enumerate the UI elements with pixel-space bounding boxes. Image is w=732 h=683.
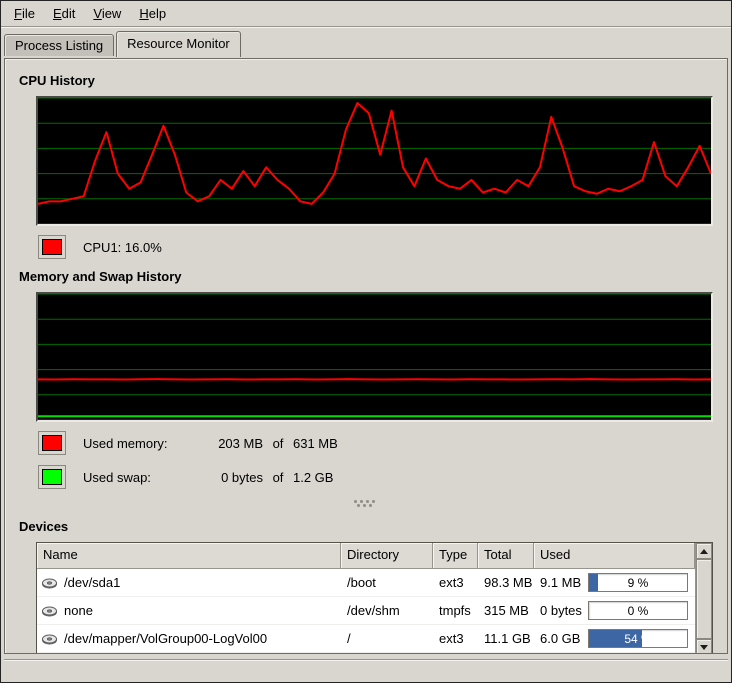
- device-name: none: [64, 603, 93, 618]
- scrollbar-trough[interactable]: [696, 559, 712, 639]
- device-row-none[interactable]: none /dev/shm tmpfs 315 MB 0 bytes 0 %: [37, 597, 695, 625]
- disk-icon: [41, 604, 58, 618]
- device-total: 98.3 MB: [478, 575, 534, 590]
- swap-legend: Used swap: 0 bytes of 1.2 GB: [38, 465, 713, 489]
- disk-icon: [41, 632, 58, 646]
- memory-swap-chart: [36, 292, 713, 422]
- tab-process-listing[interactable]: Process Listing: [4, 34, 114, 56]
- usage-progressbar: 0 %: [588, 601, 688, 620]
- devices-table-header: Name Directory Type Total Used: [37, 543, 695, 569]
- memory-swatch-color: [42, 435, 62, 451]
- memory-of-word: of: [263, 436, 293, 451]
- cpu-history-chart: [36, 96, 713, 226]
- device-directory: /boot: [341, 575, 433, 590]
- memory-legend-label: Used memory:: [83, 436, 201, 451]
- device-type: ext3: [433, 631, 478, 646]
- column-header-total[interactable]: Total: [478, 543, 534, 569]
- menu-edit[interactable]: Edit: [44, 2, 84, 25]
- device-directory: /dev/shm: [341, 603, 433, 618]
- swap-color-swatch: [38, 465, 66, 489]
- column-header-directory[interactable]: Directory: [341, 543, 433, 569]
- swap-total-value: 1.2 GB: [293, 470, 333, 485]
- device-used-bytes: 6.0 GB: [540, 631, 580, 646]
- devices-table-body: Name Directory Type Total Used /dev/sda1…: [37, 543, 695, 654]
- device-name: /dev/mapper/VolGroup00-LogVol00: [64, 631, 267, 646]
- swap-of-word: of: [263, 470, 293, 485]
- device-total: 315 MB: [478, 603, 534, 618]
- device-directory: /: [341, 631, 433, 646]
- status-bar: [4, 659, 728, 679]
- swap-legend-label: Used swap:: [83, 470, 201, 485]
- memory-chart-canvas: [38, 294, 711, 420]
- swap-used-value: 0 bytes: [201, 470, 263, 485]
- menubar: File Edit View Help: [1, 1, 731, 27]
- menu-file[interactable]: File: [5, 2, 44, 25]
- disk-icon: [41, 576, 58, 590]
- cpu-chart-canvas: [38, 98, 711, 224]
- memory-swap-title: Memory and Swap History: [19, 269, 713, 284]
- pane-resize-grip[interactable]: [352, 499, 378, 509]
- scroll-up-button[interactable]: [696, 543, 712, 559]
- column-header-name[interactable]: Name: [37, 543, 341, 569]
- resource-monitor-page: CPU History CPU1: 16.0% Memory and Swap …: [4, 58, 728, 654]
- cpu1-swatch-color: [42, 239, 62, 255]
- device-row-volgroup[interactable]: /dev/mapper/VolGroup00-LogVol00 / ext3 1…: [37, 625, 695, 653]
- memory-legend: Used memory: 203 MB of 631 MB: [38, 431, 713, 455]
- tab-bar: Process Listing Resource Monitor: [1, 29, 731, 56]
- swap-swatch-color: [42, 469, 62, 485]
- arrow-up-icon: [700, 549, 708, 554]
- device-used-bytes: 9.1 MB: [540, 575, 581, 590]
- cpu1-color-swatch: [38, 235, 66, 259]
- devices-title: Devices: [19, 519, 713, 534]
- progressbar-label: 0 %: [589, 602, 687, 619]
- scrollbar-thumb[interactable]: [696, 559, 712, 639]
- system-monitor-window: File Edit View Help Process Listing Reso…: [0, 0, 732, 683]
- usage-progressbar: 9 %: [588, 573, 688, 592]
- progressbar-label: 9 %: [589, 574, 687, 591]
- vertical-scrollbar[interactable]: [695, 543, 712, 654]
- tab-resource-monitor[interactable]: Resource Monitor: [116, 31, 241, 57]
- progressbar-label: 54 %: [589, 630, 687, 647]
- device-type: ext3: [433, 575, 478, 590]
- scroll-down-button[interactable]: [696, 639, 712, 654]
- cpu1-legend-label: CPU1: 16.0%: [83, 240, 162, 255]
- column-header-type[interactable]: Type: [433, 543, 478, 569]
- usage-progressbar: 54 %: [588, 629, 688, 648]
- memory-color-swatch: [38, 431, 66, 455]
- menu-help[interactable]: Help: [130, 2, 175, 25]
- memory-total-value: 631 MB: [293, 436, 338, 451]
- arrow-down-icon: [700, 645, 708, 650]
- device-total: 11.1 GB: [478, 631, 534, 646]
- cpu-legend: CPU1: 16.0%: [38, 235, 713, 259]
- column-header-used[interactable]: Used: [534, 543, 695, 569]
- device-row-sda1[interactable]: /dev/sda1 /boot ext3 98.3 MB 9.1 MB 9 %: [37, 569, 695, 597]
- devices-table: Name Directory Type Total Used /dev/sda1…: [36, 542, 713, 654]
- menu-view[interactable]: View: [84, 2, 130, 25]
- memory-used-value: 203 MB: [201, 436, 263, 451]
- device-name: /dev/sda1: [64, 575, 120, 590]
- device-type: tmpfs: [433, 603, 478, 618]
- device-used-bytes: 0 bytes: [540, 603, 582, 618]
- cpu-history-title: CPU History: [19, 73, 713, 88]
